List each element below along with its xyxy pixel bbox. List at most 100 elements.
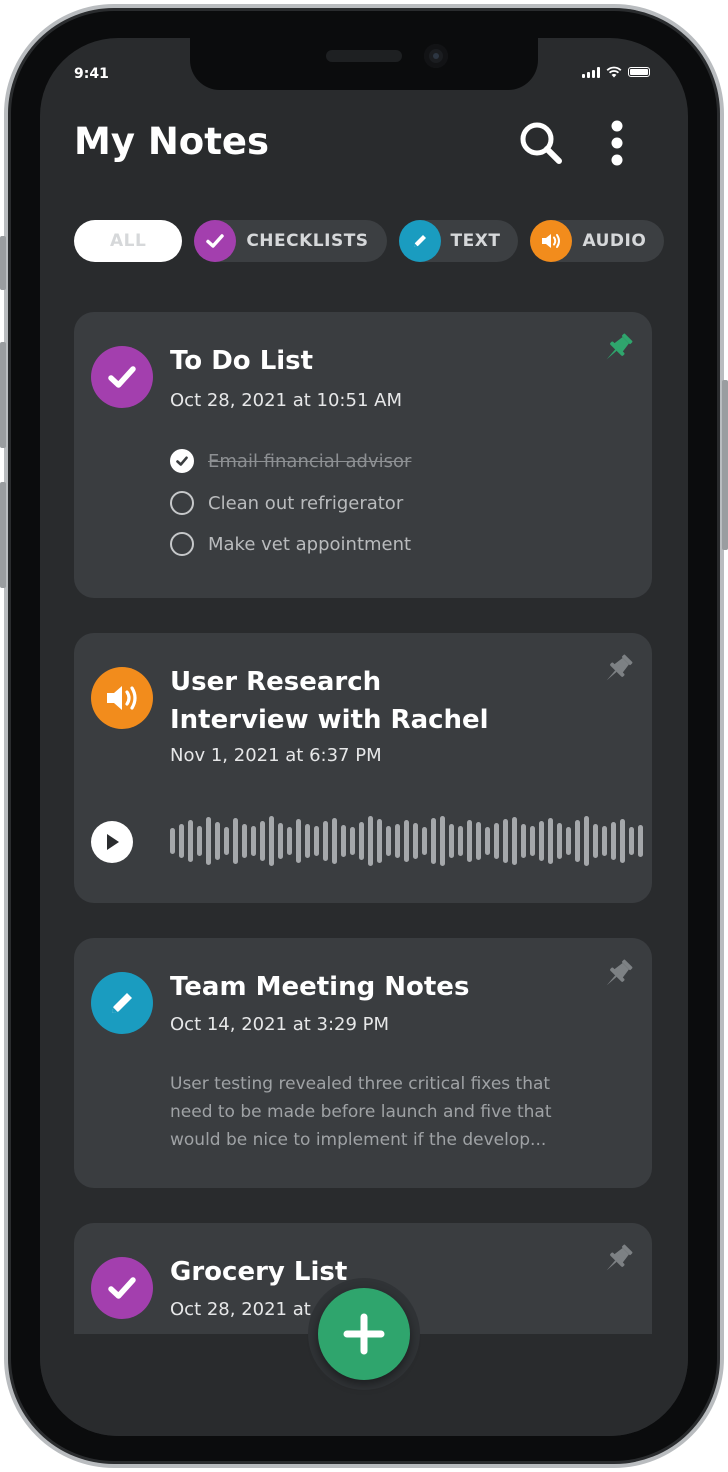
waveform-bar [179, 824, 184, 858]
page-title: My Notes [74, 120, 270, 163]
waveform-bar [440, 816, 445, 866]
waveform-bar [467, 820, 472, 862]
waveform-bar [206, 817, 211, 865]
filter-chip-checklists[interactable]: CHECKLISTS [194, 220, 387, 262]
waveform-bar [449, 824, 454, 858]
waveform-bar [431, 818, 436, 864]
waveform-bar [539, 821, 544, 861]
status-icons [582, 66, 650, 78]
search-icon [520, 122, 562, 164]
note-card-audio[interactable]: User Research Interview with Rachel Nov … [74, 633, 652, 903]
waveform-bar [638, 825, 643, 857]
waveform-bar [413, 823, 418, 859]
checklist-item[interactable]: Clean out refrigerator [170, 491, 403, 515]
mute-switch [0, 236, 6, 290]
waveform-bar [305, 824, 310, 858]
wifi-icon [606, 66, 622, 78]
volume-down-button [0, 482, 6, 588]
waveform-bar [584, 816, 589, 866]
filter-chip-label: ALL [110, 231, 147, 251]
waveform-bar [611, 822, 616, 860]
waveform-bar [350, 827, 355, 855]
waveform-bar [170, 828, 175, 854]
app-screen: 9:41 My Notes ALL CHECKLISTS TEXT AUDIO … [40, 38, 688, 1436]
note-title-line1: User Research [170, 667, 382, 697]
waveform-bar [224, 827, 229, 855]
waveform-bar [575, 820, 580, 862]
play-button[interactable] [91, 821, 133, 863]
checklist-item-text: Clean out refrigerator [208, 492, 404, 514]
note-title: Team Meeting Notes [170, 972, 470, 1002]
check-icon [194, 220, 237, 262]
checklist-item-text: Email financial advisor [208, 450, 412, 472]
signal-icon [582, 66, 600, 78]
plus-icon [343, 1313, 385, 1355]
volume-up-button [0, 342, 6, 448]
waveform-bar [530, 826, 535, 856]
pin-icon[interactable] [598, 328, 638, 368]
waveform-bar [188, 820, 193, 862]
pin-icon[interactable] [598, 954, 638, 994]
note-card-todo[interactable]: To Do List Oct 28, 2021 at 10:51 AM Emai… [74, 312, 652, 598]
waveform-bar [332, 818, 337, 864]
waveform-bar [260, 821, 265, 861]
filter-chip-all[interactable]: ALL [74, 220, 183, 262]
pin-icon[interactable] [598, 1239, 638, 1279]
filter-chip-label: AUDIO [582, 231, 647, 251]
waveform-bar [233, 818, 238, 864]
waveform-bar [557, 823, 562, 859]
unchecked-circle-icon[interactable] [170, 532, 194, 556]
waveform-bar [377, 819, 382, 863]
waveform-bar [197, 826, 202, 856]
waveform-bar [215, 822, 220, 860]
status-time: 9:41 [74, 66, 109, 82]
waveform-bar [278, 823, 283, 859]
note-title: Grocery List [170, 1257, 348, 1287]
waveform-bar [404, 820, 409, 862]
add-note-button[interactable] [318, 1288, 410, 1380]
pin-icon[interactable] [598, 649, 638, 689]
waveform-bar [422, 827, 427, 855]
waveform-bar [269, 816, 274, 866]
note-date: Nov 1, 2021 at 6:37 PM [170, 745, 382, 766]
filter-chip-label: TEXT [450, 231, 501, 251]
waveform-bar [602, 826, 607, 856]
unchecked-circle-icon[interactable] [170, 491, 194, 515]
checklist-icon [91, 346, 153, 408]
checklist-item[interactable]: Email financial advisor [170, 449, 411, 473]
waveform-bar [512, 817, 517, 865]
note-card-text[interactable]: Team Meeting Notes Oct 14, 2021 at 3:29 … [74, 938, 652, 1188]
waveform-bar [620, 819, 625, 863]
play-icon [107, 834, 119, 850]
front-camera [424, 44, 448, 68]
note-date: Oct 14, 2021 at 3:29 PM [170, 1014, 390, 1035]
earpiece-speaker [326, 50, 402, 62]
battery-icon [628, 67, 650, 77]
waveform-bar [503, 819, 508, 863]
waveform-bar [341, 825, 346, 857]
search-button[interactable] [516, 118, 566, 168]
waveform-bar [629, 827, 634, 855]
checklist-item[interactable]: Make vet appointment [170, 532, 411, 556]
waveform-bar [386, 826, 391, 856]
waveform-bar [314, 826, 319, 856]
filter-chips: ALL CHECKLISTS TEXT AUDIO [74, 220, 688, 262]
power-button [722, 380, 728, 550]
note-title: To Do List [170, 346, 314, 376]
waveform-bar [458, 826, 463, 856]
waveform-bar [242, 824, 247, 858]
checked-circle-icon[interactable] [170, 449, 194, 473]
filter-chip-label: CHECKLISTS [246, 231, 369, 251]
audio-waveform[interactable] [170, 813, 643, 869]
checklist-icon [91, 1257, 153, 1319]
notch [190, 38, 538, 90]
note-date: Oct 28, 2021 at 10:51 AM [170, 390, 402, 411]
waveform-bar [287, 827, 292, 855]
note-preview-line: would be nice to implement if the develo… [170, 1130, 547, 1150]
filter-chip-text[interactable]: TEXT [398, 220, 519, 262]
more-vertical-icon [611, 120, 623, 166]
filter-chip-audio[interactable]: AUDIO [530, 220, 665, 262]
more-options-button[interactable] [592, 118, 642, 168]
speaker-icon [91, 667, 153, 729]
pencil-icon [91, 972, 153, 1034]
